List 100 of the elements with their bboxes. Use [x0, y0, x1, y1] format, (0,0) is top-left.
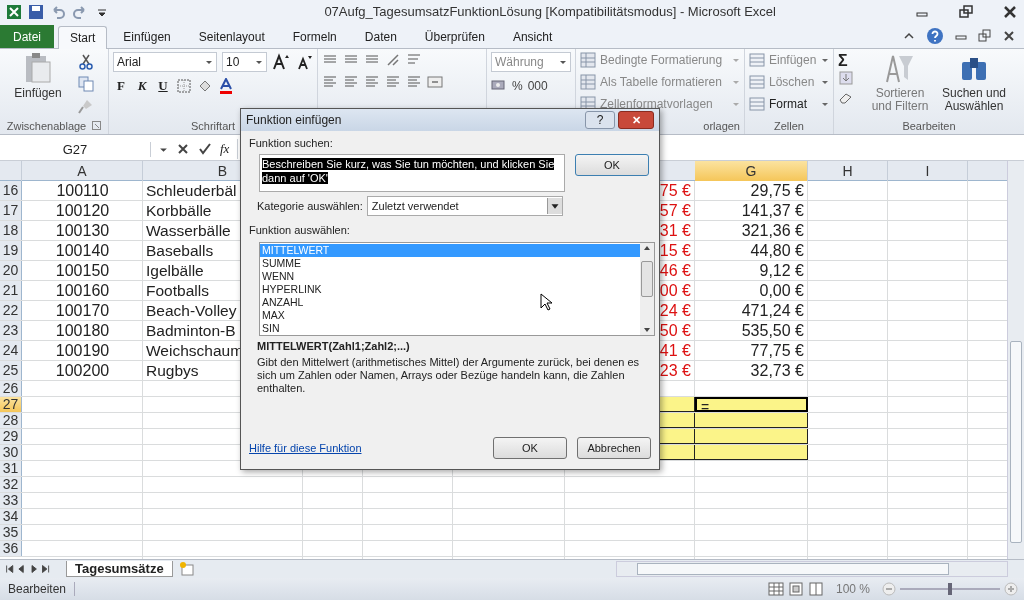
insert-function-button[interactable]: fx: [220, 141, 230, 158]
restore-icon[interactable]: [978, 28, 992, 43]
align-icon[interactable]: [385, 73, 401, 90]
rows-icon[interactable]: [749, 74, 765, 91]
caret-icon[interactable]: [821, 78, 829, 87]
input-cell[interactable]: =: [695, 397, 808, 413]
row-header[interactable]: 33: [0, 493, 22, 509]
close-button[interactable]: ✕: [618, 111, 654, 129]
row-header[interactable]: 24: [0, 341, 22, 361]
merge-icon[interactable]: [427, 73, 443, 90]
ribbon-tab[interactable]: Überprüfen: [412, 24, 497, 48]
row-header[interactable]: 18: [0, 221, 22, 241]
row-header[interactable]: 27: [0, 397, 22, 413]
align-icon[interactable]: [343, 73, 359, 90]
align-icon[interactable]: [364, 73, 380, 90]
paste-button[interactable]: Einfügen: [4, 51, 72, 118]
zoom-out-icon[interactable]: [882, 582, 896, 597]
ribbon-tab[interactable]: Einfügen: [111, 24, 183, 48]
caret-icon[interactable]: [821, 56, 829, 65]
row-header[interactable]: 19: [0, 241, 22, 261]
ribbon-tab[interactable]: Datei: [0, 24, 54, 48]
name-box[interactable]: G27: [0, 141, 151, 157]
italic-button[interactable]: K: [134, 77, 150, 94]
row-header[interactable]: 35: [0, 525, 22, 541]
autosum-button[interactable]: Σ: [838, 51, 848, 69]
clipboard-icon[interactable]: [23, 51, 53, 84]
zoom-in-icon[interactable]: [1004, 582, 1018, 597]
ribbon-tab[interactable]: Daten: [352, 24, 409, 48]
enter-icon[interactable]: [198, 142, 212, 157]
row-header[interactable]: 30: [0, 445, 22, 461]
function-list-item[interactable]: HYPERLINK: [260, 283, 640, 296]
row-header[interactable]: 21: [0, 281, 22, 301]
ribbon-tab[interactable]: Formeln: [280, 24, 349, 48]
cells-menu-button[interactable]: Format: [749, 95, 829, 113]
restore-icon[interactable]: [958, 3, 974, 20]
page-layout-icon[interactable]: [787, 581, 804, 598]
sort-filter-button[interactable]: Sortieren und Filtern: [866, 51, 934, 118]
ribbon-tab[interactable]: Seitenlayout: [186, 24, 277, 48]
percent-button[interactable]: %: [512, 78, 523, 93]
category-select[interactable]: Zuletzt verwendet: [366, 196, 563, 216]
cut-icon[interactable]: [78, 53, 94, 70]
row-header[interactable]: 25: [0, 361, 22, 381]
row-header[interactable]: 36: [0, 541, 22, 557]
rows-icon[interactable]: [749, 52, 765, 69]
row-header[interactable]: 22: [0, 301, 22, 321]
caret-icon[interactable]: [821, 100, 829, 109]
normal-view-icon[interactable]: [767, 581, 784, 598]
font-name-field[interactable]: Arial: [113, 51, 218, 72]
row-header[interactable]: 29: [0, 429, 22, 445]
close-icon[interactable]: [1002, 3, 1018, 20]
scroll-up-icon[interactable]: [643, 245, 651, 251]
column-header[interactable]: A: [22, 161, 143, 182]
save-icon[interactable]: [28, 3, 44, 20]
column-header[interactable]: G: [695, 161, 808, 182]
zoom-level[interactable]: 100 %: [835, 582, 870, 597]
scroll-down-icon[interactable]: [643, 327, 651, 333]
search-field[interactable]: Beschreiben Sie kurz, was Sie tun möchten, und klicken Sie dann auf 'OK': [259, 154, 565, 192]
rows-icon[interactable]: [749, 96, 765, 113]
help-icon[interactable]: [926, 26, 944, 45]
horizontal-scrollbar[interactable]: [616, 561, 1008, 578]
column-header[interactable]: H: [808, 161, 888, 182]
align-icon[interactable]: [322, 73, 338, 90]
row-header[interactable]: 17: [0, 201, 22, 221]
orientation-icon[interactable]: [385, 51, 401, 68]
align-icon[interactable]: [406, 73, 422, 90]
input-cell[interactable]: [695, 413, 808, 429]
ribbon-tab[interactable]: Start: [58, 25, 108, 49]
redo-icon[interactable]: [72, 3, 88, 20]
function-list-item[interactable]: ANZAHL: [260, 296, 640, 309]
font-size-field[interactable]: 10: [222, 51, 267, 72]
underline-button[interactable]: U: [155, 77, 171, 94]
bold-button[interactable]: F: [113, 77, 129, 94]
copy-icon[interactable]: [78, 75, 94, 92]
help-button[interactable]: ?: [585, 111, 615, 129]
zoom-slider[interactable]: [948, 583, 952, 596]
function-list-item[interactable]: MAX: [260, 309, 640, 322]
go-button[interactable]: OK: [575, 154, 649, 176]
find-select-button[interactable]: Suchen und Auswählen: [940, 51, 1008, 118]
excel-icon[interactable]: [6, 3, 22, 20]
row-header[interactable]: 32: [0, 477, 22, 493]
undo-icon[interactable]: [50, 3, 66, 20]
dialog-launcher-icon[interactable]: [92, 121, 102, 131]
input-cell[interactable]: [695, 445, 808, 461]
list-scrollbar[interactable]: [640, 243, 654, 335]
row-header[interactable]: 20: [0, 261, 22, 281]
row-header[interactable]: 16: [0, 181, 22, 201]
row-header[interactable]: 26: [0, 381, 22, 397]
ribbon-tab[interactable]: Ansicht: [500, 24, 565, 48]
thousands-button[interactable]: 000: [527, 78, 548, 93]
sheet-tab[interactable]: Tagesumsätze: [66, 561, 173, 578]
vertical-scrollbar[interactable]: [1007, 161, 1024, 560]
function-list-item[interactable]: SIN: [260, 322, 640, 335]
dialog-button[interactable]: Abbrechen: [577, 437, 651, 459]
font-color-icon[interactable]: [218, 77, 234, 94]
grow-font-icon[interactable]: [272, 52, 290, 71]
function-list-item[interactable]: SUMME: [260, 257, 640, 270]
page-break-icon[interactable]: [807, 581, 824, 598]
input-cell[interactable]: [695, 429, 808, 445]
row-header[interactable]: 28: [0, 413, 22, 429]
dialog-button[interactable]: OK: [493, 437, 567, 459]
